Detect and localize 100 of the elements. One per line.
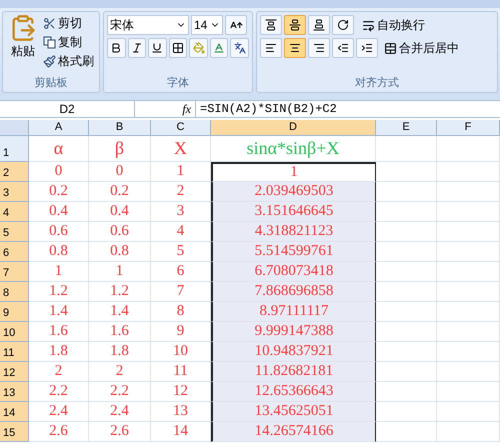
row-header[interactable]: 2: [0, 162, 29, 182]
font-color-button[interactable]: [210, 38, 228, 58]
table-cell: 1.2: [89, 282, 151, 302]
grow-font-button[interactable]: [225, 15, 247, 35]
table-cell: X: [151, 136, 211, 162]
table-cell: 2.6: [89, 422, 151, 442]
insert-function-button[interactable]: fx: [135, 100, 195, 118]
empty-cell: [437, 282, 500, 302]
align-left-button[interactable]: [260, 38, 282, 58]
paste-button[interactable]: 粘贴: [5, 14, 41, 70]
row-header[interactable]: 4: [0, 202, 29, 222]
table-cell: 1.8: [29, 342, 89, 362]
table-cell: 2.039469503: [211, 182, 376, 202]
grid-icon: [172, 42, 184, 54]
bold-button[interactable]: [107, 38, 126, 58]
table-cell: 2.6: [29, 422, 89, 442]
underline-button[interactable]: [148, 38, 167, 58]
name-box[interactable]: D2: [0, 101, 135, 117]
empty-cell: [437, 222, 500, 242]
table-cell: 12.65366643: [211, 382, 376, 402]
table-cell: 1.4: [29, 302, 89, 322]
increase-indent-button[interactable]: [356, 38, 378, 58]
align-icon: [265, 19, 277, 31]
group-label: 字体: [166, 76, 190, 90]
table-cell: 1: [151, 162, 211, 182]
paintbrush-icon: [43, 54, 56, 68]
table-cell: 6.708073418: [211, 262, 376, 282]
row-header[interactable]: 10: [0, 322, 29, 342]
align-center-button[interactable]: [284, 38, 306, 58]
row-header[interactable]: 14: [0, 402, 29, 422]
table-cell: 0.6: [89, 222, 151, 242]
empty-cell: [376, 136, 437, 162]
clipboard-action-button[interactable]: 复制: [43, 33, 94, 51]
italic-button[interactable]: [128, 38, 146, 58]
align-right-button[interactable]: [308, 38, 330, 58]
borders-button[interactable]: [168, 38, 188, 58]
phonetic-button[interactable]: [230, 38, 250, 58]
table-cell: 14.26574166: [211, 422, 376, 442]
row-header[interactable]: 12: [0, 362, 29, 382]
table-cell: 0.8: [29, 242, 89, 262]
table-cell: 0.2: [29, 182, 89, 202]
table-cell: 2: [89, 362, 151, 382]
rotate-icon: [337, 19, 349, 31]
orientation-button[interactable]: [332, 15, 354, 35]
empty-cell: [437, 302, 500, 322]
merge-center-button[interactable]: 合并后居中: [384, 39, 459, 57]
clipboard-action-button[interactable]: 格式刷: [43, 52, 94, 70]
row-header[interactable]: 7: [0, 262, 29, 282]
row-header[interactable]: 11: [0, 342, 29, 362]
font-size-dropdown[interactable]: 14: [191, 15, 223, 35]
align-bottom-button[interactable]: [308, 15, 330, 35]
empty-cell: [437, 242, 500, 262]
font-name-dropdown[interactable]: 宋体: [107, 15, 189, 35]
table-cell: 9.999147388: [211, 322, 376, 342]
row-header[interactable]: 1: [0, 136, 29, 162]
fill-color-button[interactable]: [189, 38, 208, 58]
column-header[interactable]: A: [29, 120, 89, 136]
wrap-text-button[interactable]: 自动换行: [362, 16, 425, 34]
row-header[interactable]: 5: [0, 222, 29, 242]
row-header[interactable]: 3: [0, 182, 29, 202]
table-cell: 8.97111117: [211, 302, 376, 322]
table-cell: 13.45625051: [211, 402, 376, 422]
column-header[interactable]: F: [437, 120, 500, 136]
align-icon: [289, 19, 301, 31]
formula-input[interactable]: =SIN(A2)*SIN(B2)+C2: [195, 101, 500, 117]
align-top-button[interactable]: [260, 15, 282, 35]
underline-icon: [151, 42, 164, 54]
table-cell: α: [29, 136, 89, 162]
clipboard-action-button[interactable]: 剪切: [43, 14, 94, 32]
empty-cell: [437, 362, 500, 382]
row-header[interactable]: 13: [0, 382, 29, 402]
table-cell: 2.4: [89, 402, 151, 422]
table-cell: 2: [29, 362, 89, 382]
column-header[interactable]: D: [211, 120, 376, 136]
merge-cells-icon: [384, 42, 397, 54]
table-cell: 2.2: [29, 382, 89, 402]
indent-icon: [361, 42, 373, 54]
table-cell: 1.6: [89, 322, 151, 342]
empty-cell: [437, 322, 500, 342]
table-cell: sinα*sinβ+X: [211, 136, 376, 162]
table-cell: 0.4: [29, 202, 89, 222]
decrease-indent-button[interactable]: [332, 38, 354, 58]
row-header[interactable]: 9: [0, 302, 29, 322]
column-header[interactable]: B: [89, 120, 151, 136]
font-color-icon: [213, 42, 226, 54]
row-header[interactable]: 15: [0, 422, 29, 442]
table-cell: 1: [89, 262, 151, 282]
align-icon: [289, 42, 301, 54]
table-cell: 0: [89, 162, 151, 182]
align-middle-button[interactable]: [284, 15, 306, 35]
table-cell: 7.868696858: [211, 282, 376, 302]
table-cell: 1.4: [89, 302, 151, 322]
table-cell: 1.8: [89, 342, 151, 362]
row-header[interactable]: 8: [0, 282, 29, 302]
table-cell: 0.4: [89, 202, 151, 222]
align-icon: [265, 42, 277, 54]
table-cell: 10.94837921: [211, 342, 376, 362]
align-icon: [313, 19, 325, 31]
column-header[interactable]: E: [376, 120, 437, 136]
row-header[interactable]: 6: [0, 242, 29, 262]
